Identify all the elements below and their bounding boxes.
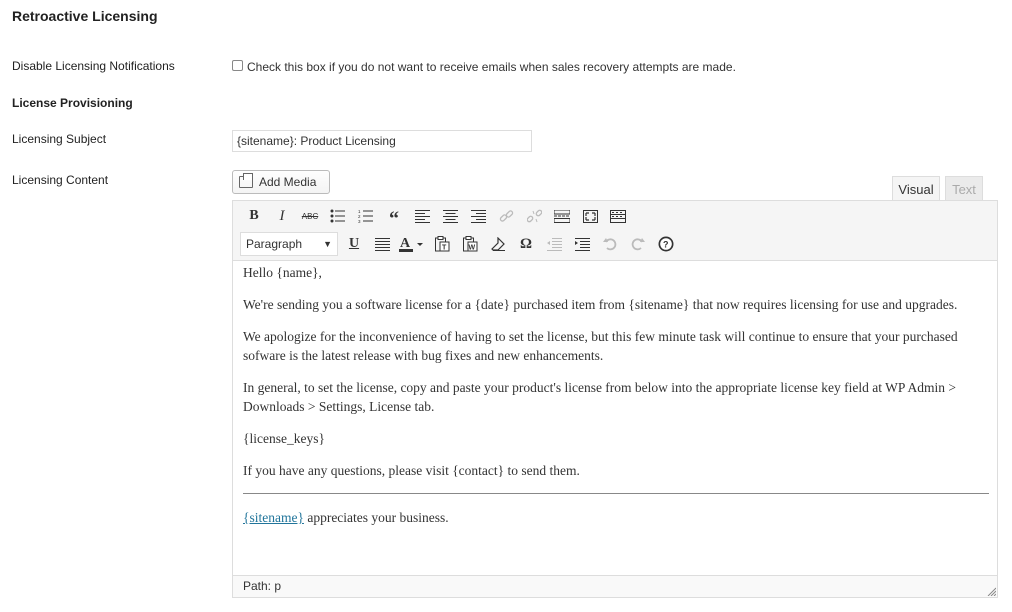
svg-text:A: A — [400, 236, 411, 251]
status-path: Path: p — [243, 579, 282, 593]
strikethrough-icon[interactable]: ABC — [296, 203, 324, 229]
section-title: Retroactive Licensing — [12, 8, 158, 24]
closing-paragraph: {sitename} appreciates your business. — [243, 508, 989, 527]
svg-text:W: W — [468, 245, 475, 252]
bullet-list-icon[interactable] — [324, 203, 352, 229]
content-paragraph: In general, to set the license, copy and… — [243, 380, 956, 414]
disable-notifications-label: Disable Licensing Notifications — [12, 59, 175, 73]
editor-statusbar: Path: p — [233, 575, 997, 597]
unlink-icon[interactable] — [520, 203, 548, 229]
svg-text:?: ? — [663, 240, 669, 250]
align-right-icon[interactable] — [464, 203, 492, 229]
blockquote-icon[interactable]: “ — [380, 200, 408, 232]
content-paragraph: We apologize for the inconvenience of ha… — [243, 329, 958, 363]
tab-visual[interactable]: Visual — [892, 176, 940, 201]
special-char-icon[interactable]: Ω — [512, 231, 540, 257]
add-media-label: Add Media — [259, 175, 317, 189]
align-left-icon[interactable] — [408, 203, 436, 229]
chevron-down-icon: ▼ — [323, 239, 332, 249]
sitename-link[interactable]: {sitename} — [243, 510, 304, 525]
more-tag-icon[interactable] — [548, 203, 576, 229]
licensing-content-label: Licensing Content — [12, 173, 109, 187]
svg-text:3: 3 — [358, 219, 361, 223]
add-media-button[interactable]: Add Media — [232, 170, 330, 194]
clear-format-icon[interactable] — [484, 231, 512, 257]
numbered-list-icon[interactable]: 123 — [352, 203, 380, 229]
underline-icon[interactable]: U — [340, 231, 368, 257]
format-select-value: Paragraph — [246, 237, 303, 251]
closing-text: appreciates your business. — [303, 510, 449, 525]
tab-text[interactable]: Text — [945, 176, 983, 201]
undo-icon[interactable] — [596, 231, 624, 257]
toolbar-row-1: B I ABC 123 “ — [240, 200, 632, 232]
content-paragraph: If you have any questions, please visit … — [243, 463, 580, 478]
disable-notifications-description: Check this box if you do not want to rec… — [247, 60, 736, 74]
content-editor[interactable]: B I ABC 123 “ Paragraph ▼ U A T W Ω ? He… — [232, 200, 998, 598]
content-paragraph: {license_keys} — [243, 431, 325, 446]
help-icon[interactable]: ? — [652, 231, 680, 257]
paste-text-icon[interactable]: T — [428, 231, 456, 257]
justify-icon[interactable] — [368, 231, 396, 257]
italic-icon[interactable]: I — [268, 203, 296, 229]
content-divider — [243, 493, 989, 494]
indent-icon[interactable] — [568, 231, 596, 257]
redo-icon[interactable] — [624, 231, 652, 257]
outdent-icon[interactable] — [540, 231, 568, 257]
disable-notifications-checkbox[interactable] — [232, 60, 243, 71]
paste-word-icon[interactable]: W — [456, 231, 484, 257]
licensing-subject-label: Licensing Subject — [12, 132, 107, 146]
content-paragraph: We're sending you a software license for… — [243, 297, 958, 312]
bold-icon[interactable]: B — [240, 203, 268, 229]
editor-toolbar: B I ABC 123 “ Paragraph ▼ U A T W Ω ? — [233, 201, 997, 261]
link-icon[interactable] — [492, 203, 520, 229]
licensing-subject-input[interactable] — [232, 130, 532, 152]
text-color-icon[interactable]: A — [396, 231, 428, 257]
align-center-icon[interactable] — [436, 203, 464, 229]
format-select[interactable]: Paragraph ▼ — [240, 232, 338, 256]
kitchen-sink-icon[interactable] — [604, 203, 632, 229]
resize-handle-icon[interactable] — [986, 586, 996, 596]
license-provisioning-heading: License Provisioning — [12, 96, 133, 110]
content-paragraph: Hello {name}, — [243, 265, 322, 280]
svg-text:T: T — [442, 245, 447, 252]
add-media-icon — [239, 173, 253, 188]
editor-content[interactable]: Hello {name}, We're sending you a softwa… — [243, 263, 989, 540]
fullscreen-icon[interactable] — [576, 203, 604, 229]
toolbar-row-2: Paragraph ▼ U A T W Ω ? — [240, 231, 680, 257]
